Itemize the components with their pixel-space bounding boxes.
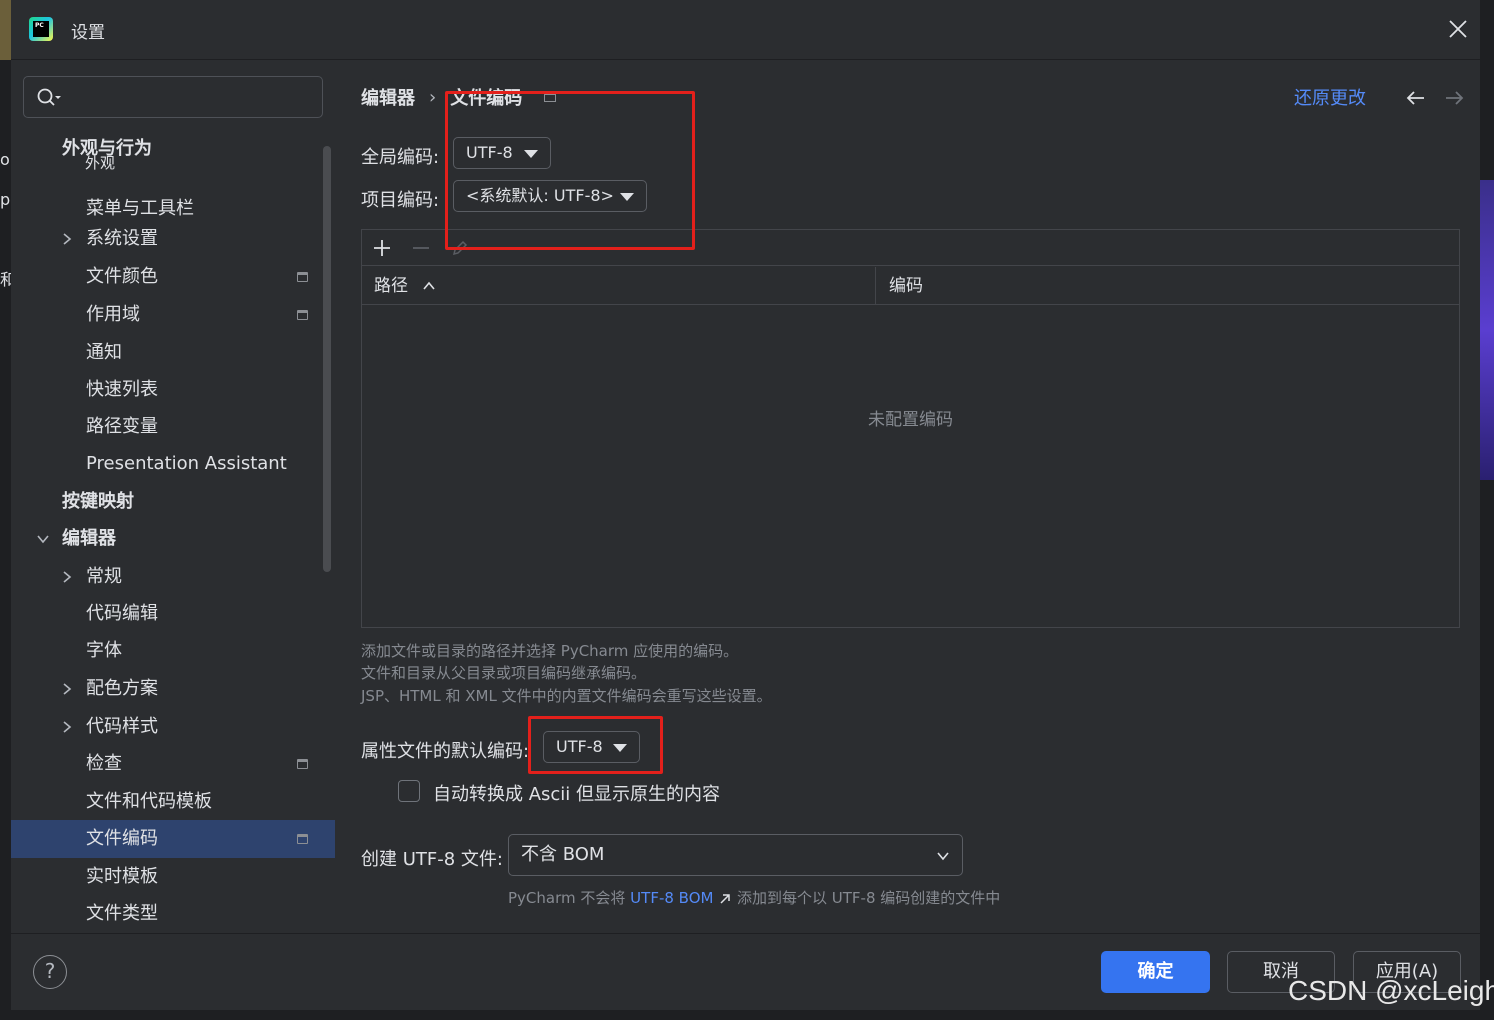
bom-hint-after: 添加到每个以 UTF-8 编码创建的文件中	[737, 889, 1001, 907]
dropdown-caret-icon	[613, 744, 627, 752]
watermark: CSDN @xcLeigh	[1288, 975, 1494, 1006]
transparent-native-to-ascii-label[interactable]: 自动转换成 Ascii 但显示原生的内容	[433, 780, 720, 806]
dropdown-caret-icon	[524, 150, 538, 158]
title-bar[interactable]: PC 设置	[11, 0, 1480, 60]
help-button[interactable]: ?	[33, 955, 67, 989]
hint-line-2: 文件和目录从父目录或项目编码继承编码。	[361, 664, 647, 682]
dropdown-caret-icon	[620, 193, 634, 201]
tree-item-quick-lists[interactable]: 快速列表	[11, 371, 335, 409]
bom-select-value: 不含 BOM	[521, 844, 605, 865]
column-path-label: 路径	[374, 276, 408, 296]
transparent-native-to-ascii-checkbox[interactable]	[398, 780, 420, 802]
chevron-right-icon[interactable]	[60, 720, 74, 734]
close-icon[interactable]	[1447, 18, 1469, 40]
bom-hint: PyCharm 不会将 UTF-8 BOM 添加到每个以 UTF-8 编码创建的…	[508, 887, 1000, 908]
breadcrumb-current: 文件编码	[450, 88, 523, 109]
hint-line-1: 添加文件或目录的路径并选择 PyCharm 应使用的编码。	[361, 642, 739, 660]
chevron-right-icon[interactable]	[60, 232, 74, 246]
ok-button[interactable]: 确定	[1101, 951, 1210, 993]
chevron-down-icon	[937, 852, 949, 861]
project-level-icon	[297, 759, 308, 769]
tree-item-color-scheme[interactable]: 配色方案	[11, 670, 335, 708]
tree-item-code-style[interactable]: 代码样式	[11, 708, 335, 746]
project-level-icon	[544, 92, 557, 102]
tree-item-file-code-templates[interactable]: 文件和代码模板	[11, 783, 335, 821]
global-encoding-label: 全局编码:	[361, 147, 440, 168]
chevron-right-icon[interactable]	[60, 682, 74, 696]
global-encoding-select[interactable]: UTF-8	[453, 137, 551, 169]
tree-item-file-encodings[interactable]: 文件编码	[11, 820, 335, 858]
settings-tree: 外观与行为 菜单与工具栏 系统设置 文件颜色 作用域 通知 快速列表 路径变量 …	[11, 128, 335, 928]
tree-item-presentation-assistant[interactable]: Presentation Assistant	[11, 445, 335, 483]
arrow-left-icon[interactable]	[1405, 88, 1427, 108]
tree-item-notifications[interactable]: 通知	[11, 334, 335, 372]
annotation-highlight-box	[445, 91, 695, 250]
path-encoding-table: 路径 编码 未配置编码	[361, 229, 1460, 628]
tree-item-editor[interactable]: 编辑器	[11, 520, 335, 558]
bom-select[interactable]: 不含 BOM	[508, 834, 963, 876]
window-title: 设置	[71, 23, 105, 43]
background-window-edge-bottom	[0, 1010, 1494, 1020]
tree-item-appearance-behavior[interactable]: 外观与行为	[11, 130, 335, 168]
reset-changes-link[interactable]: 还原更改	[1294, 84, 1366, 110]
project-level-icon	[297, 834, 308, 844]
edit-icon[interactable]	[450, 238, 470, 258]
settings-dialog: PC 设置 外观与行为 菜单与工具栏 系统设置 文件颜色 作用域 通知 快速列表…	[11, 0, 1480, 1010]
search-icon	[37, 88, 61, 106]
sidebar-scrollbar[interactable]	[323, 146, 331, 572]
tree-item-live-templates[interactable]: 实时模板	[11, 858, 335, 896]
tree-item-code-editing[interactable]: 代码编辑	[11, 595, 335, 633]
tree-item-inspections[interactable]: 检查	[11, 745, 335, 783]
background-window-edge-right	[1480, 0, 1494, 1020]
chevron-right-icon[interactable]	[60, 570, 74, 584]
tree-item-path-variables[interactable]: 路径变量	[11, 408, 335, 446]
project-level-icon	[297, 272, 308, 282]
arrow-right-icon[interactable]	[1443, 88, 1465, 108]
sort-ascending-icon	[423, 281, 435, 290]
breadcrumb-parent[interactable]: 编辑器	[361, 84, 415, 110]
breadcrumb: 编辑器 › 文件编码	[361, 84, 557, 110]
bom-hint-before: PyCharm 不会将	[508, 889, 626, 907]
column-encoding-label: 编码	[889, 276, 923, 296]
remove-icon[interactable]	[411, 238, 431, 258]
settings-search-input[interactable]	[23, 76, 323, 118]
table-toolbar	[362, 230, 1459, 266]
hint-line-3: JSP、HTML 和 XML 文件中的内置文件编码会重写这些设置。	[361, 687, 772, 705]
utf8-bom-link[interactable]: UTF-8 BOM	[630, 889, 713, 907]
column-header-encoding[interactable]: 编码	[877, 267, 1457, 305]
table-empty-text: 未配置编码	[868, 410, 953, 430]
tree-item-general[interactable]: 常规	[11, 558, 335, 596]
breadcrumb-separator: ›	[429, 86, 437, 108]
properties-encoding-value: UTF-8	[556, 737, 603, 756]
chevron-down-icon[interactable]	[36, 532, 50, 546]
tree-item-font[interactable]: 字体	[11, 632, 335, 670]
properties-encoding-label: 属性文件的默认编码:	[361, 741, 530, 762]
tree-item-file-colors[interactable]: 文件颜色	[11, 258, 335, 296]
properties-encoding-select[interactable]: UTF-8	[543, 731, 640, 763]
column-header-path[interactable]: 路径	[362, 267, 876, 305]
table-header: 路径 编码	[362, 267, 1459, 305]
project-encoding-select[interactable]: <系统默认: UTF-8>	[453, 180, 647, 212]
tree-item-scopes[interactable]: 作用域	[11, 296, 335, 334]
global-encoding-value: UTF-8	[466, 143, 513, 162]
external-link-icon	[720, 893, 730, 904]
tree-item-appearance[interactable]: 外观	[85, 155, 115, 172]
project-encoding-label: 项目编码:	[361, 190, 440, 211]
create-utf8-files-label: 创建 UTF-8 文件:	[361, 849, 503, 870]
tree-item-file-types[interactable]: 文件类型	[11, 895, 335, 928]
background-window-text-fragments: op和	[0, 150, 11, 289]
tree-item-system-settings[interactable]: 系统设置	[11, 220, 335, 258]
pycharm-logo-icon: PC	[29, 17, 53, 41]
tree-item-keymap[interactable]: 按键映射	[11, 483, 335, 521]
project-level-icon	[297, 310, 308, 320]
project-encoding-value: <系统默认: UTF-8>	[466, 186, 614, 205]
add-icon[interactable]	[372, 238, 392, 258]
footer-divider	[11, 933, 1480, 934]
